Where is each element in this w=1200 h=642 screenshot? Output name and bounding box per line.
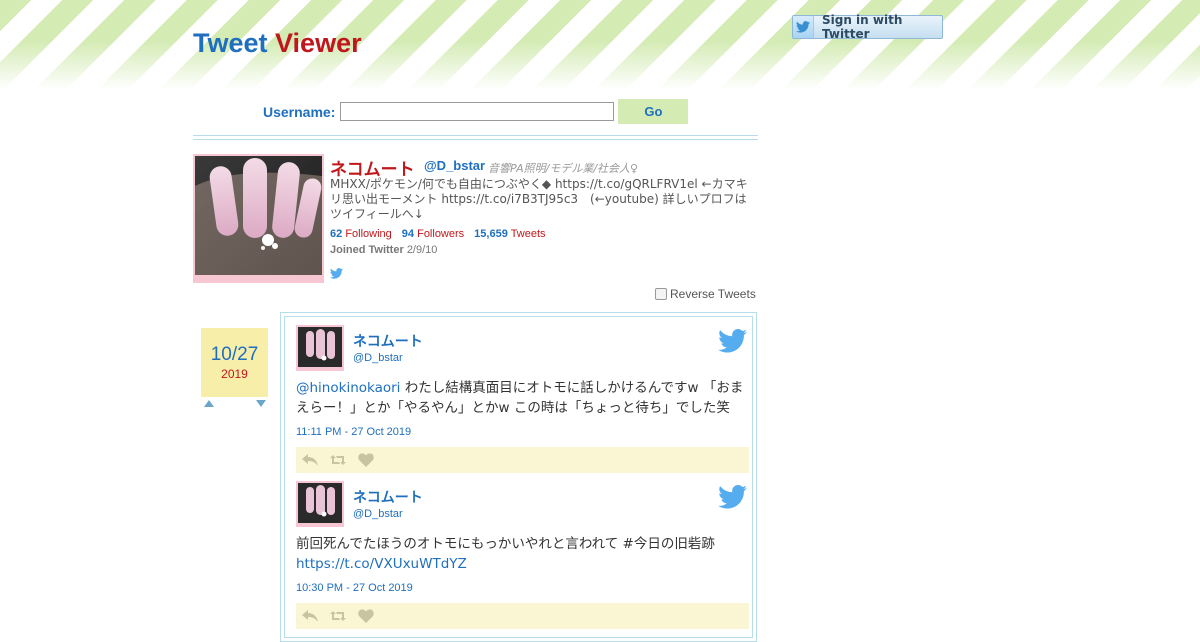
joined-date: 2/9/10: [406, 244, 438, 256]
joined-info: Joined Twitter 2/9/10: [330, 244, 437, 256]
tweet-mention[interactable]: @hinokinokaori: [296, 380, 400, 396]
tweet-link[interactable]: https://t.co/VXUxuWTdYZ: [296, 556, 467, 572]
tweet-avatar[interactable]: [296, 325, 344, 371]
tweet-actions: [296, 447, 749, 473]
tweet-timeline: ネコムート @D_bstar @hinokinokaori わたし結構真面目にオ…: [280, 312, 757, 642]
date-month-day: 10/27: [210, 344, 259, 365]
followers-label: Followers: [417, 228, 465, 240]
profile-image[interactable]: [193, 154, 324, 283]
tweets-label: Tweets: [510, 228, 546, 240]
site-title-part1: Tweet: [193, 28, 268, 58]
tweet-author-handle[interactable]: @D_bstar: [353, 352, 403, 364]
reply-icon[interactable]: [301, 607, 319, 625]
site-title-part2: Viewer: [275, 28, 362, 58]
twitter-bird-icon[interactable]: [330, 266, 343, 284]
retweet-icon[interactable]: [329, 451, 347, 469]
tweet-text: 前回死んでたほうのオトモにもっかいやれと言われて #今日の旧砦跡 https://…: [296, 534, 748, 574]
tweet-author-name[interactable]: ネコムート: [353, 487, 423, 507]
sign-in-with-twitter-button[interactable]: Sign in with Twitter: [792, 13, 943, 41]
followers-stat[interactable]: 94 Followers: [402, 228, 464, 240]
followers-count: 94: [401, 228, 415, 240]
profile-stats: 62 Following 94 Followers 15,659 Tweets: [330, 228, 546, 240]
username-label: Username:: [263, 103, 336, 120]
following-count: 62: [330, 228, 343, 240]
tweet-author-name[interactable]: ネコムート: [353, 331, 423, 351]
reverse-tweets-label: Reverse Tweets: [670, 287, 756, 301]
header-stripes: [0, 0, 1200, 90]
profile-photo-nails: [195, 156, 322, 275]
date-indicator: 10/27 2019: [201, 328, 268, 397]
reverse-tweets-toggle[interactable]: Reverse Tweets: [655, 287, 756, 301]
tweets-stat[interactable]: 15,659 Tweets: [474, 228, 545, 240]
date-year: 2019: [221, 367, 248, 381]
triangle-up-icon[interactable]: [204, 400, 214, 407]
heart-icon[interactable]: [357, 607, 375, 625]
twitter-bird-icon[interactable]: [718, 329, 747, 358]
profile-bio: MHXX/ポケモン/何でも自由につぶやく◆ https://t.co/gQRLF…: [330, 177, 748, 221]
profile-tagline: 音響PA照明/モデル業/社会人♀: [488, 162, 639, 175]
search-form: Username: Go: [263, 99, 689, 124]
tweet-author-handle[interactable]: @D_bstar: [353, 508, 403, 520]
username-input[interactable]: [340, 102, 615, 121]
triangle-down-icon[interactable]: [256, 400, 266, 407]
heart-icon[interactable]: [357, 451, 375, 469]
following-stat[interactable]: 62 Following: [330, 228, 392, 240]
retweet-icon[interactable]: [329, 607, 347, 625]
divider: [193, 135, 758, 140]
sign-in-label: Sign in with Twitter: [821, 13, 903, 41]
go-button[interactable]: Go: [618, 99, 689, 124]
tweet-timestamp[interactable]: 10:30 PM - 27 Oct 2019: [296, 582, 413, 594]
tweet-actions: [296, 603, 749, 629]
twitter-bird-icon[interactable]: [718, 485, 747, 514]
joined-label: Joined Twitter: [330, 244, 404, 256]
reverse-tweets-checkbox[interactable]: [655, 288, 667, 300]
reply-icon[interactable]: [301, 451, 319, 469]
tweet-timestamp[interactable]: 11:11 PM - 27 Oct 2019: [296, 426, 411, 438]
tweet-card: ネコムート @D_bstar 前回死んでたほうのオトモにもっかいやれと言われて …: [292, 481, 749, 641]
tweet-body: 前回死んでたほうのオトモにもっかいやれと言われて #今日の旧砦跡: [296, 536, 715, 552]
tweet-card: ネコムート @D_bstar @hinokinokaori わたし結構真面目にオ…: [292, 325, 749, 475]
tweets-count: 15,659: [474, 228, 508, 240]
tweet-text: @hinokinokaori わたし結構真面目にオトモに話しかけるんですw 「お…: [296, 378, 748, 418]
tweet-avatar[interactable]: [296, 481, 344, 527]
twitter-bird-icon: [793, 16, 814, 38]
site-title[interactable]: Tweet Viewer: [193, 28, 362, 59]
profile-handle[interactable]: @D_bstar: [424, 158, 485, 173]
following-label: Following: [345, 228, 392, 240]
